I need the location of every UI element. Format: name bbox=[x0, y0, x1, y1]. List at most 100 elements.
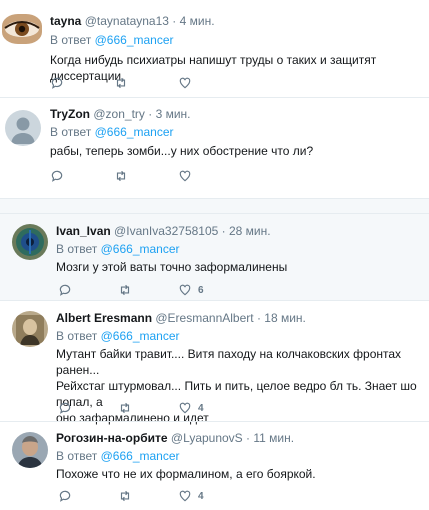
reply-prefix: В ответ bbox=[50, 33, 92, 47]
retweet-button[interactable] bbox=[118, 282, 138, 298]
reply-prefix: В ответ bbox=[56, 449, 98, 463]
separator-dot: · bbox=[256, 311, 261, 325]
reply-context: В ответ @666_mancer bbox=[56, 448, 180, 464]
user-handle[interactable]: @IvanIva32758105 bbox=[114, 224, 218, 238]
user-handle[interactable]: @LyapunovS bbox=[171, 431, 243, 445]
tweet-time[interactable]: 11 мин. bbox=[253, 431, 294, 445]
mention-link[interactable]: @666_mancer bbox=[101, 449, 180, 463]
retweet-button[interactable] bbox=[118, 400, 138, 416]
like-count: 6 bbox=[198, 284, 204, 296]
retweet-icon bbox=[116, 170, 126, 182]
tweet-header: Albert Eresmann @EresmannAlbert · 18 мин… bbox=[56, 310, 306, 326]
like-count: 4 bbox=[198, 402, 204, 414]
peacock-avatar-icon bbox=[12, 224, 48, 260]
retweet-button[interactable] bbox=[114, 168, 134, 184]
separator-dot: · bbox=[221, 224, 226, 238]
tweet-actions: 4 bbox=[58, 400, 258, 416]
tweet-text: Мозги у этой ваты точно заформалинены bbox=[56, 259, 287, 275]
tweet-actions: 6 bbox=[58, 282, 258, 298]
reply-icon bbox=[51, 170, 63, 182]
mention-link[interactable]: @666_mancer bbox=[95, 33, 174, 47]
tweet-text: Похоже что не их формалином, а его боярк… bbox=[56, 466, 316, 482]
reply-button[interactable] bbox=[58, 282, 72, 298]
avatar[interactable] bbox=[5, 110, 41, 146]
tweet[interactable]: Ivan_Ivan @IvanIva32758105 · 28 мин. В о… bbox=[0, 214, 429, 300]
user-handle[interactable]: @zon_try bbox=[93, 107, 145, 121]
eye-avatar-icon bbox=[2, 14, 42, 44]
separator-dot: · bbox=[148, 107, 153, 121]
separator-dot: · bbox=[246, 431, 251, 445]
reply-icon bbox=[59, 402, 71, 414]
like-button[interactable] bbox=[178, 75, 198, 91]
tweet-header: Рогозин-на-орбите @LyapunovS · 11 мин. bbox=[56, 430, 294, 446]
reply-context: В ответ @666_mancer bbox=[50, 32, 174, 48]
like-button[interactable]: 4 bbox=[178, 400, 204, 416]
reply-icon bbox=[59, 284, 71, 296]
tweet-header: TryZon @zon_try · 3 мин. bbox=[50, 106, 191, 122]
retweet-icon bbox=[120, 490, 130, 502]
tweet[interactable]: TryZon @zon_try · 3 мин. В ответ @666_ma… bbox=[0, 98, 429, 198]
like-count: 4 bbox=[198, 490, 204, 502]
heart-icon bbox=[179, 402, 191, 414]
tweet[interactable]: Рогозин-на-орбите @LyapunovS · 11 мин. В… bbox=[0, 422, 429, 510]
reply-context: В ответ @666_mancer bbox=[56, 241, 180, 257]
mention-link[interactable]: @666_mancer bbox=[95, 125, 174, 139]
tweet-time[interactable]: 4 мин. bbox=[180, 14, 215, 28]
separator-dot: · bbox=[172, 14, 177, 28]
default-avatar-icon bbox=[5, 110, 41, 146]
tweet-text-line: Мозги у этой ваты точно заформалинены bbox=[56, 260, 288, 274]
like-button[interactable]: 6 bbox=[178, 282, 204, 298]
reply-button[interactable] bbox=[50, 168, 64, 184]
tweet-text-line: Похоже что не их формалином, а его боярк… bbox=[56, 467, 316, 481]
reply-button[interactable] bbox=[58, 400, 72, 416]
user-name[interactable]: TryZon bbox=[50, 107, 90, 121]
retweet-icon bbox=[116, 77, 126, 89]
user-name[interactable]: Рогозин-на-орбите bbox=[56, 431, 168, 445]
retweet-icon bbox=[120, 402, 130, 414]
conversation-divider bbox=[0, 198, 429, 214]
tweet[interactable]: Albert Eresmann @EresmannAlbert · 18 мин… bbox=[0, 301, 429, 425]
heart-icon bbox=[179, 284, 191, 296]
reply-button[interactable] bbox=[50, 75, 64, 91]
reply-prefix: В ответ bbox=[50, 125, 92, 139]
reply-context: В ответ @666_mancer bbox=[56, 328, 180, 344]
tweet-actions bbox=[50, 75, 250, 91]
retweet-button[interactable] bbox=[118, 488, 138, 504]
tweet-text-line: Мутант байки травит.... Витя паходу на к… bbox=[56, 347, 402, 377]
tweet-time[interactable]: 3 мин. bbox=[156, 107, 191, 121]
avatar[interactable] bbox=[2, 14, 42, 44]
user-handle[interactable]: @taynatayna13 bbox=[85, 14, 169, 28]
heart-icon bbox=[179, 170, 191, 182]
avatar[interactable] bbox=[12, 224, 48, 260]
like-button[interactable] bbox=[178, 168, 198, 184]
tweet-header: Ivan_Ivan @IvanIva32758105 · 28 мин. bbox=[56, 223, 271, 239]
retweet-icon bbox=[120, 284, 130, 296]
tweet-text: рабы, теперь зомби...у них обострение чт… bbox=[50, 143, 313, 159]
mention-link[interactable]: @666_mancer bbox=[101, 329, 180, 343]
tweet-time[interactable]: 28 мин. bbox=[229, 224, 271, 238]
reply-context: В ответ @666_mancer bbox=[50, 124, 174, 140]
reply-prefix: В ответ bbox=[56, 242, 98, 256]
tweet[interactable]: tayna @taynatayna13 · 4 мин. В ответ @66… bbox=[0, 0, 429, 98]
tweet-header: tayna @taynatayna13 · 4 мин. bbox=[50, 13, 215, 29]
portrait-avatar-icon bbox=[12, 311, 48, 347]
user-handle[interactable]: @EresmannAlbert bbox=[155, 311, 253, 325]
avatar[interactable] bbox=[12, 432, 48, 468]
heart-icon bbox=[179, 490, 191, 502]
user-name[interactable]: Albert Eresmann bbox=[56, 311, 152, 325]
mention-link[interactable]: @666_mancer bbox=[101, 242, 180, 256]
reply-icon bbox=[59, 490, 71, 502]
heart-icon bbox=[179, 77, 191, 89]
reply-icon bbox=[51, 77, 63, 89]
avatar[interactable] bbox=[12, 311, 48, 347]
reply-button[interactable] bbox=[58, 488, 72, 504]
tweet-actions: 4 bbox=[58, 488, 258, 504]
tweet-text-line: рабы, теперь зомби...у них обострение чт… bbox=[50, 144, 314, 158]
tweet-time[interactable]: 18 мин. bbox=[264, 311, 306, 325]
user-name[interactable]: tayna bbox=[50, 14, 81, 28]
retweet-button[interactable] bbox=[114, 75, 134, 91]
user-name[interactable]: Ivan_Ivan bbox=[56, 224, 111, 238]
man-avatar-icon bbox=[12, 432, 48, 468]
like-button[interactable]: 4 bbox=[178, 488, 204, 504]
tweet-actions bbox=[50, 168, 250, 184]
